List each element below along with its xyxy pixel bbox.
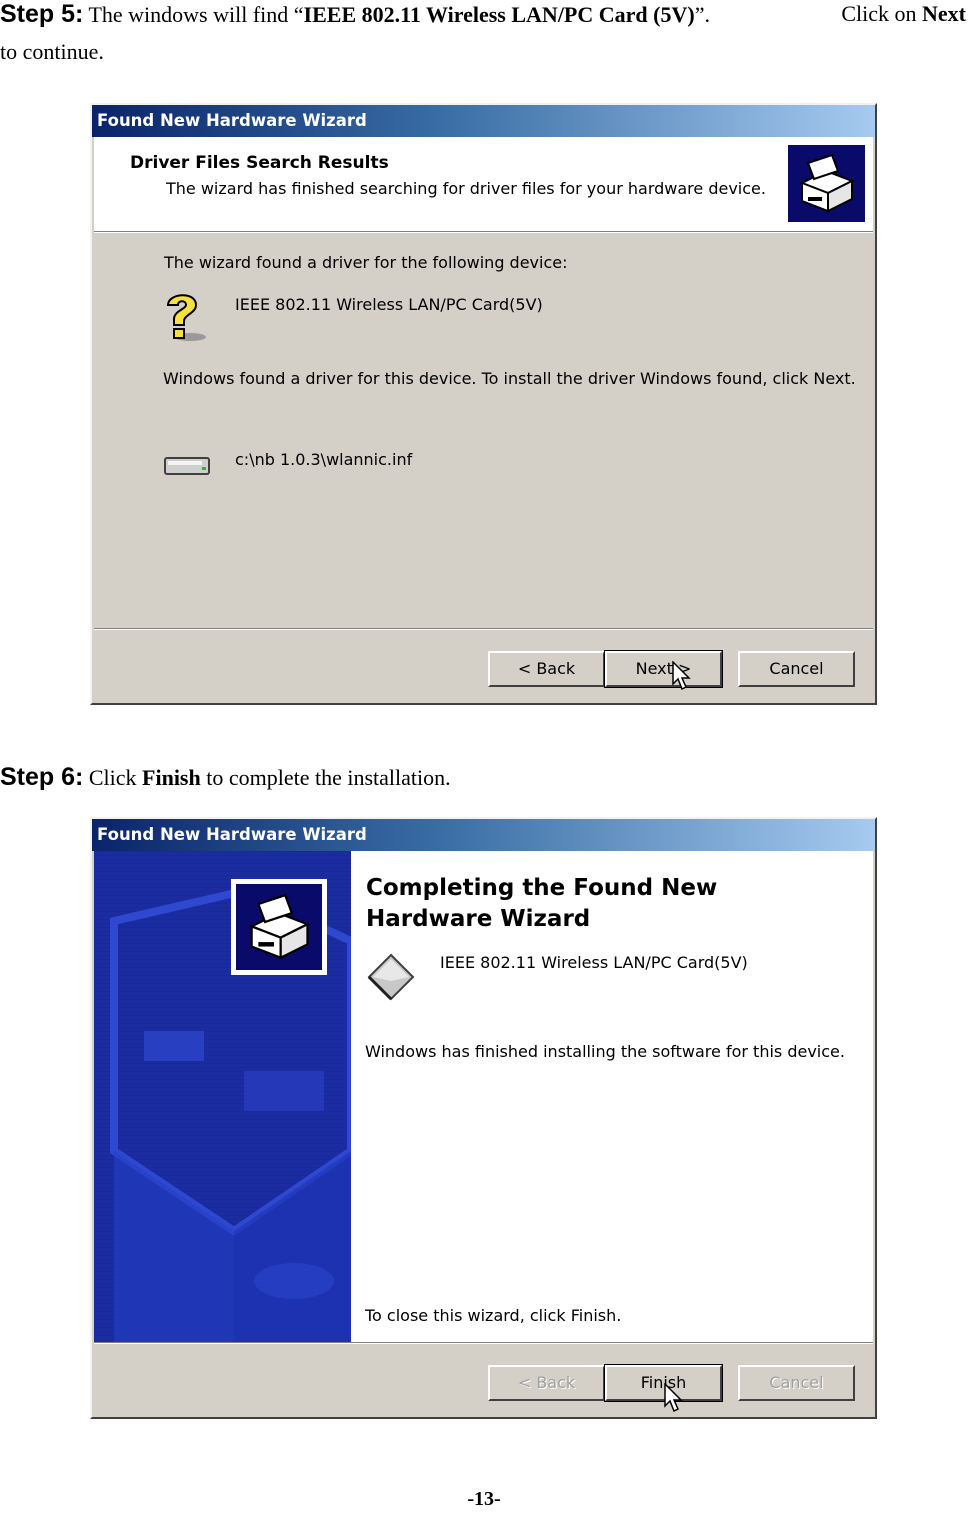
hardware-icon bbox=[788, 145, 865, 222]
cancel-button-disabled: Cancel bbox=[738, 1365, 855, 1401]
step5-next-bold: Next bbox=[922, 1, 966, 26]
wizard1-found-text: The wizard found a driver for the follow… bbox=[164, 253, 568, 272]
completing-wizard-window: Found New Hardware Wizard Completing the… bbox=[90, 817, 877, 1419]
step6-finish-bold: Finish bbox=[142, 765, 201, 790]
step6-click: Click bbox=[83, 765, 143, 790]
step5-text-after: ”. bbox=[694, 2, 710, 27]
step6-label: Step 6: bbox=[0, 763, 84, 791]
cancel-button[interactable]: Cancel bbox=[738, 651, 855, 687]
pointer-cursor-icon bbox=[664, 1382, 686, 1413]
wizard1-footer-separator bbox=[94, 628, 873, 630]
step5-line2: to continue. bbox=[0, 39, 104, 64]
wizard2-close-hint: To close this wizard, click Finish. bbox=[365, 1306, 622, 1325]
wizard2-side-panel bbox=[94, 851, 351, 1342]
hardware-icon bbox=[231, 879, 327, 975]
wizard1-driver-path: c:\nb 1.0.3\wlannic.inf bbox=[235, 450, 413, 469]
next-button[interactable]: Next > bbox=[604, 650, 723, 688]
wizard2-titlebar: Found New Hardware Wizard bbox=[92, 819, 875, 851]
wizard1-device-name: IEEE 802.11 Wireless LAN/PC Card(5V) bbox=[235, 295, 543, 314]
back-button-disabled: < Back bbox=[488, 1365, 605, 1401]
wizard2-device-name: IEEE 802.11 Wireless LAN/PC Card(5V) bbox=[440, 953, 748, 972]
wizard2-heading: Completing the Found New Hardware Wizard bbox=[366, 875, 718, 932]
wizard1-header-subtitle: The wizard has finished searching for dr… bbox=[166, 179, 766, 198]
step6-paragraph: Step 6: Click Finish to complete the ins… bbox=[0, 758, 451, 797]
back-button[interactable]: < Back bbox=[488, 651, 605, 687]
page-number: -13- bbox=[467, 1488, 501, 1510]
wizard1-header-separator bbox=[94, 231, 873, 233]
step5-text-before: The windows will find “ bbox=[83, 2, 304, 27]
pointer-cursor-icon bbox=[672, 660, 694, 691]
wizard2-status: Windows has finished installing the soft… bbox=[365, 1042, 845, 1061]
wizard2-content-panel: Completing the Found New Hardware Wizard… bbox=[351, 851, 873, 1342]
step5-device-bold: IEEE 802.11 Wireless LAN/PC Card (5V) bbox=[303, 2, 695, 27]
device-diamond-icon bbox=[367, 953, 415, 1001]
step6-rest: to complete the installation. bbox=[200, 765, 451, 790]
step5-paragraph: Step 5: The windows will find “IEEE 802.… bbox=[0, 0, 968, 34]
question-icon bbox=[160, 289, 208, 343]
drive-icon bbox=[164, 456, 212, 478]
wizard1-header-panel: Driver Files Search Results The wizard h… bbox=[94, 137, 873, 231]
wizard2-footer-separator bbox=[94, 1342, 873, 1344]
wizard1-header-title: Driver Files Search Results bbox=[130, 153, 389, 173]
step5-click-on: Click on bbox=[841, 1, 923, 26]
wizard1-instruction: Windows found a driver for this device. … bbox=[163, 369, 856, 388]
wizard1-titlebar: Found New Hardware Wizard bbox=[92, 105, 875, 137]
step5-click-next: Click on Next bbox=[841, 0, 966, 33]
driver-search-wizard-window: Found New Hardware Wizard Driver Files S… bbox=[90, 103, 877, 705]
step5-label: Step 5: bbox=[0, 0, 84, 28]
